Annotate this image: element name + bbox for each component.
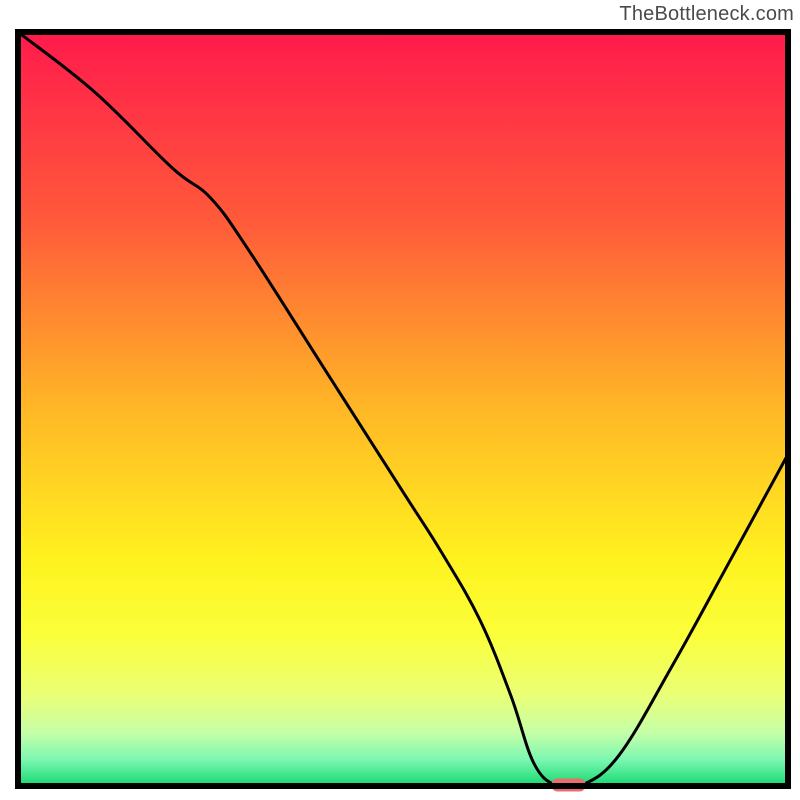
plot-area: [18, 32, 788, 792]
bottleneck-chart: [0, 28, 800, 800]
header-bar: TheBottleneck.com: [0, 0, 800, 28]
watermark-text: TheBottleneck.com: [619, 3, 794, 26]
gradient-bg: [18, 32, 788, 786]
